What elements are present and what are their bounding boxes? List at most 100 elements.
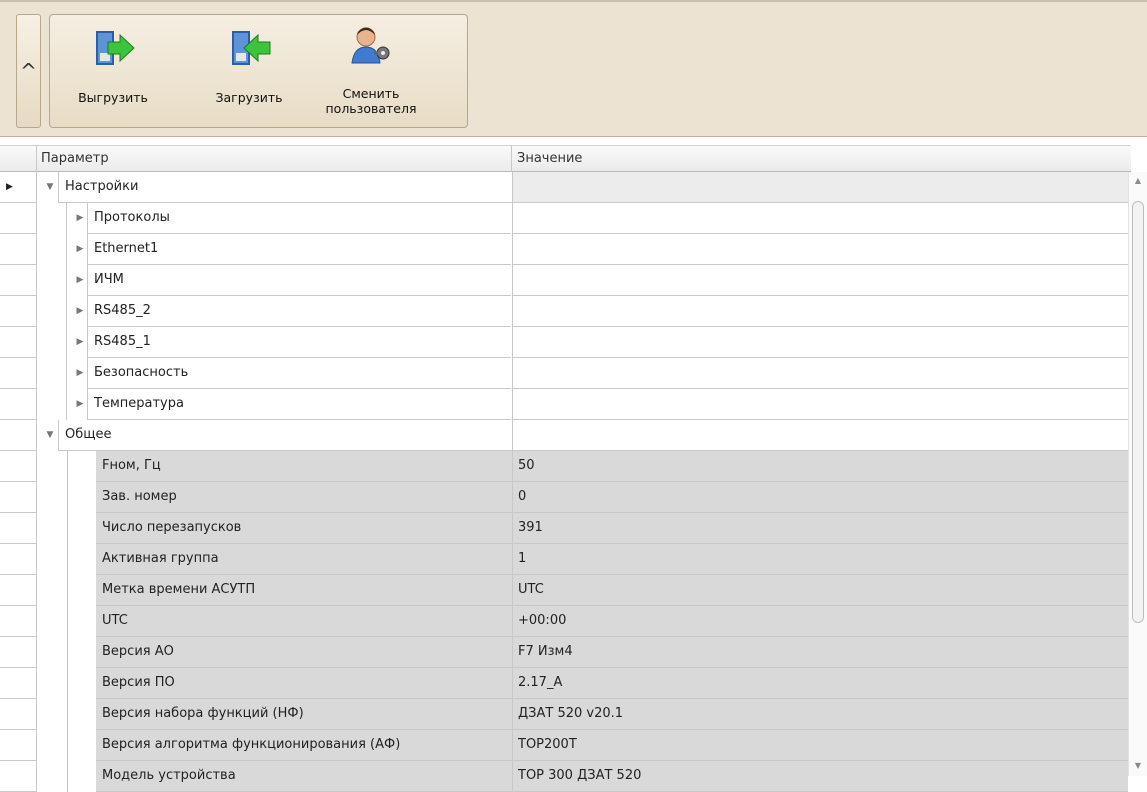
- parameter-value-cell[interactable]: TOP 300 ДЗАТ 520: [512, 761, 1128, 792]
- collapsed-chevron-icon[interactable]: ▶: [73, 358, 87, 389]
- parameter-name-cell[interactable]: Число перезапусков: [96, 513, 512, 544]
- parameter-name-cell[interactable]: RS485_2: [87, 296, 511, 327]
- parameter-name-cell[interactable]: Версия АО: [96, 637, 512, 668]
- parameter-name-cell[interactable]: Настройки: [58, 172, 512, 203]
- parameter-value-cell[interactable]: [512, 203, 1128, 234]
- column-header-parameter[interactable]: Параметр: [41, 146, 511, 172]
- property-row[interactable]: Версия набора функций (НФ) ДЗАТ 520 v20.1: [0, 699, 1128, 730]
- download-button[interactable]: Загрузить: [208, 21, 290, 121]
- ribbon-group: Выгрузить Загрузить Сменить пользователя: [49, 14, 468, 128]
- parameter-name-cell[interactable]: Общее: [58, 420, 512, 451]
- row-indicator-cell[interactable]: [0, 389, 37, 420]
- parameter-name-cell[interactable]: Метка времени АСУТП: [96, 575, 512, 606]
- property-row[interactable]: Версия ПО 2.17_A: [0, 668, 1128, 699]
- parameter-value-cell[interactable]: 2.17_A: [512, 668, 1128, 699]
- parameter-value-cell[interactable]: 1: [512, 544, 1128, 575]
- parameter-name-cell[interactable]: Fном, Гц: [96, 451, 512, 482]
- category-row[interactable]: ▶ RS485_2: [0, 296, 1128, 327]
- category-row[interactable]: ▼ Общее: [0, 420, 1128, 451]
- parameter-value-cell[interactable]: 50: [512, 451, 1128, 482]
- category-row[interactable]: ▶ Безопасность: [0, 358, 1128, 389]
- category-row[interactable]: ▶ ▼ Настройки: [0, 172, 1128, 203]
- row-indicator-cell[interactable]: [0, 513, 37, 544]
- parameter-value-cell[interactable]: [512, 327, 1128, 358]
- parameter-value-cell[interactable]: TOP200T: [512, 730, 1128, 761]
- row-indicator-cell[interactable]: ▶: [0, 172, 37, 203]
- row-indicator-cell[interactable]: [0, 544, 37, 575]
- parameter-name-cell[interactable]: Версия алгоритма функционирования (АФ): [96, 730, 512, 761]
- property-row[interactable]: Число перезапусков 391: [0, 513, 1128, 544]
- parameter-value-cell[interactable]: [512, 172, 1128, 203]
- parameter-value-cell[interactable]: F7 Изм4: [512, 637, 1128, 668]
- parameter-name-cell[interactable]: Модель устройства: [96, 761, 512, 792]
- row-indicator-cell[interactable]: [0, 575, 37, 606]
- property-row[interactable]: Зав. номер 0: [0, 482, 1128, 513]
- parameter-name-cell[interactable]: Активная группа: [96, 544, 512, 575]
- parameter-name-cell[interactable]: Ethernet1: [87, 234, 511, 265]
- row-indicator-cell[interactable]: [0, 327, 37, 358]
- parameter-value-cell[interactable]: [512, 296, 1128, 327]
- scroll-up-arrow-icon[interactable]: ▲: [1129, 174, 1147, 188]
- row-indicator-cell[interactable]: [0, 637, 37, 668]
- row-indicator-cell[interactable]: [0, 451, 37, 482]
- collapsed-chevron-icon[interactable]: ▶: [73, 265, 87, 296]
- row-indicator-cell[interactable]: [0, 606, 37, 637]
- parameter-name-cell[interactable]: UTC: [96, 606, 512, 637]
- property-row[interactable]: Активная группа 1: [0, 544, 1128, 575]
- parameter-name-cell[interactable]: Протоколы: [87, 203, 511, 234]
- expanded-chevron-icon[interactable]: ▼: [43, 420, 57, 451]
- parameter-value-cell[interactable]: UTC: [512, 575, 1128, 606]
- row-indicator-cell[interactable]: [0, 358, 37, 389]
- parameter-value-cell[interactable]: [512, 265, 1128, 296]
- parameter-name-cell[interactable]: RS485_1: [87, 327, 511, 358]
- collapsed-chevron-icon[interactable]: ▶: [73, 296, 87, 327]
- parameter-value-cell[interactable]: [512, 358, 1128, 389]
- parameter-name-cell[interactable]: Безопасность: [87, 358, 511, 389]
- scroll-down-arrow-icon[interactable]: ▼: [1129, 759, 1147, 773]
- collapse-ribbon-button[interactable]: ^: [16, 14, 41, 128]
- property-row[interactable]: Fном, Гц 50: [0, 451, 1128, 482]
- vertical-scrollbar[interactable]: ▲ ▼: [1128, 172, 1147, 776]
- row-indicator-cell[interactable]: [0, 296, 37, 327]
- parameter-value-cell[interactable]: ДЗАТ 520 v20.1: [512, 699, 1128, 730]
- row-indicator-cell[interactable]: [0, 668, 37, 699]
- parameter-value-cell[interactable]: [512, 420, 1128, 451]
- parameter-value-cell[interactable]: +00:00: [512, 606, 1128, 637]
- parameter-name-cell[interactable]: ИЧМ: [87, 265, 511, 296]
- category-row[interactable]: ▶ Ethernet1: [0, 234, 1128, 265]
- column-header-value[interactable]: Значение: [517, 146, 1117, 172]
- row-indicator-cell[interactable]: [0, 265, 37, 296]
- property-row[interactable]: Метка времени АСУТП UTC: [0, 575, 1128, 606]
- property-row[interactable]: Версия АО F7 Изм4: [0, 637, 1128, 668]
- row-indicator-cell[interactable]: [0, 420, 37, 451]
- property-row[interactable]: UTC +00:00: [0, 606, 1128, 637]
- category-row[interactable]: ▶ Температура: [0, 389, 1128, 420]
- row-indicator-cell[interactable]: [0, 203, 37, 234]
- row-indicator-cell[interactable]: [0, 482, 37, 513]
- change-user-button[interactable]: Сменить пользователя: [320, 21, 422, 121]
- property-row[interactable]: Модель устройства TOP 300 ДЗАТ 520: [0, 761, 1128, 792]
- collapsed-chevron-icon[interactable]: ▶: [73, 389, 87, 420]
- scrollbar-thumb[interactable]: [1132, 201, 1144, 623]
- parameter-name-cell[interactable]: Версия ПО: [96, 668, 512, 699]
- parameter-name-cell[interactable]: Зав. номер: [96, 482, 512, 513]
- property-row[interactable]: Версия алгоритма функционирования (АФ) TO…: [0, 730, 1128, 761]
- row-indicator-cell[interactable]: [0, 699, 37, 730]
- parameter-value-cell[interactable]: [512, 389, 1128, 420]
- collapsed-chevron-icon[interactable]: ▶: [73, 203, 87, 234]
- row-indicator-cell[interactable]: [0, 730, 37, 761]
- parameter-value-cell[interactable]: [512, 234, 1128, 265]
- category-row[interactable]: ▶ Протоколы: [0, 203, 1128, 234]
- parameter-name-cell[interactable]: Версия набора функций (НФ): [96, 699, 512, 730]
- category-row[interactable]: ▶ RS485_1: [0, 327, 1128, 358]
- category-row[interactable]: ▶ ИЧМ: [0, 265, 1128, 296]
- collapsed-chevron-icon[interactable]: ▶: [73, 327, 87, 358]
- row-indicator-cell[interactable]: [0, 234, 37, 265]
- parameter-name-cell[interactable]: Температура: [87, 389, 511, 420]
- parameter-value-cell[interactable]: 391: [512, 513, 1128, 544]
- upload-button[interactable]: Выгрузить: [72, 21, 154, 121]
- parameter-value-cell[interactable]: 0: [512, 482, 1128, 513]
- collapsed-chevron-icon[interactable]: ▶: [73, 234, 87, 265]
- row-indicator-cell[interactable]: [0, 761, 37, 792]
- expanded-chevron-icon[interactable]: ▼: [43, 172, 57, 203]
